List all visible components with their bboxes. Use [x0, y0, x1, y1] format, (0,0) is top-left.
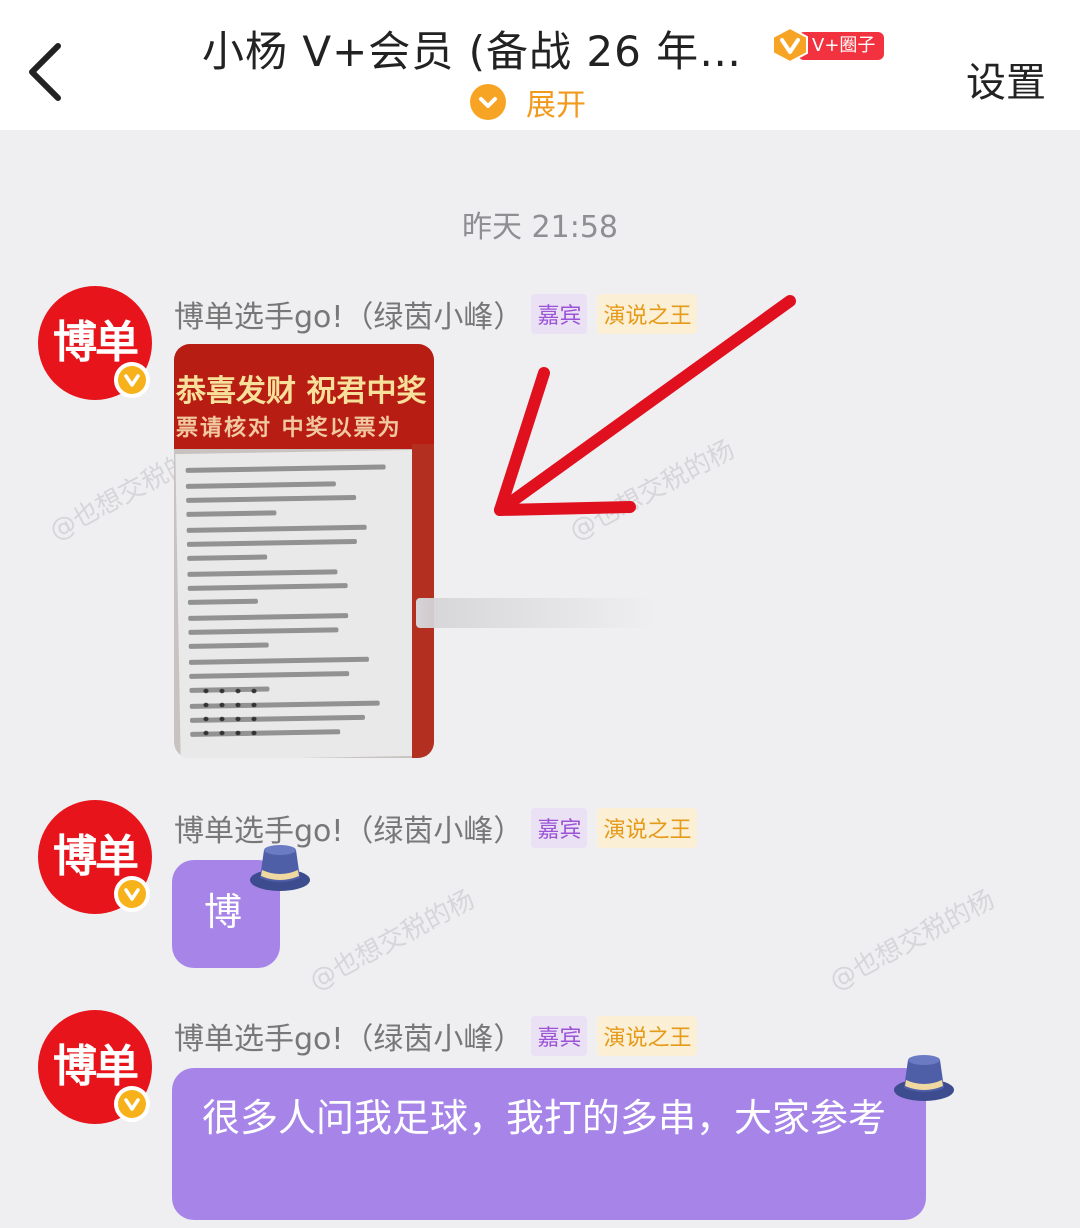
expand-label: 展开 — [526, 88, 586, 123]
watermark: @也想交税的杨 — [824, 884, 1000, 997]
guest-badge: 嘉宾 — [531, 1016, 588, 1056]
verified-v-icon — [114, 362, 150, 398]
message-timestamp: 昨天 21:58 — [462, 210, 618, 245]
title-badge: 演说之王 — [597, 808, 698, 848]
dot-pattern — [198, 684, 258, 744]
chevron-down-icon — [470, 84, 506, 120]
avatar-text: 博单 — [53, 1041, 139, 1092]
red-annotation-arrow — [494, 295, 796, 516]
avatar[interactable]: 博单 — [38, 800, 152, 914]
chat-header: 小杨 V+会员 (备战 26 年… V+圈子 展开 设置 — [0, 0, 1080, 130]
sender-name[interactable]: 博单选手go!（绿茵小峰） — [174, 814, 523, 849]
vplus-circle-badge[interactable]: V+圈子 — [770, 26, 884, 64]
guest-badge: 嘉宾 — [531, 808, 588, 848]
verified-v-icon — [114, 876, 150, 912]
group-title[interactable]: 小杨 V+会员 (备战 26 年… — [202, 18, 742, 79]
vplus-tag-label: V+圈子 — [798, 32, 884, 60]
verified-v-icon — [114, 1086, 150, 1122]
banner-line-2: 票请核对 中奖以票为 — [176, 416, 402, 441]
blurred-link-preview — [416, 598, 656, 628]
message-bubble[interactable]: 很多人问我足球，我打的多串，大家参考 — [172, 1068, 926, 1220]
v-member-icon — [772, 26, 808, 64]
message-text: 很多人问我足球，我打的多串，大家参考 — [202, 1096, 887, 1140]
sender-line: 博单选手go!（绿茵小峰） 嘉宾 演说之王 — [174, 1014, 698, 1057]
banner: 恭喜发财 祝君中奖 票请核对 中奖以票为 — [174, 344, 434, 449]
settings-button[interactable]: 设置 — [966, 50, 1046, 108]
lottery-ticket-image[interactable]: 恭喜发财 祝君中奖 票请核对 中奖以票为 — [174, 344, 434, 758]
top-hat-icon — [894, 1055, 954, 1101]
title-badge: 演说之王 — [597, 1016, 698, 1056]
avatar[interactable]: 博单 — [38, 1010, 152, 1124]
back-arrow-icon[interactable] — [18, 28, 78, 108]
avatar-text: 博单 — [53, 831, 139, 882]
sender-name[interactable]: 博单选手go!（绿茵小峰） — [174, 1022, 523, 1057]
top-hat-icon — [250, 845, 310, 891]
banner-line-1: 恭喜发财 祝君中奖 — [176, 374, 427, 409]
avatar-text: 博单 — [53, 317, 139, 368]
avatar[interactable]: 博单 — [38, 286, 152, 400]
watermark: @也想交税的杨 — [304, 884, 480, 997]
